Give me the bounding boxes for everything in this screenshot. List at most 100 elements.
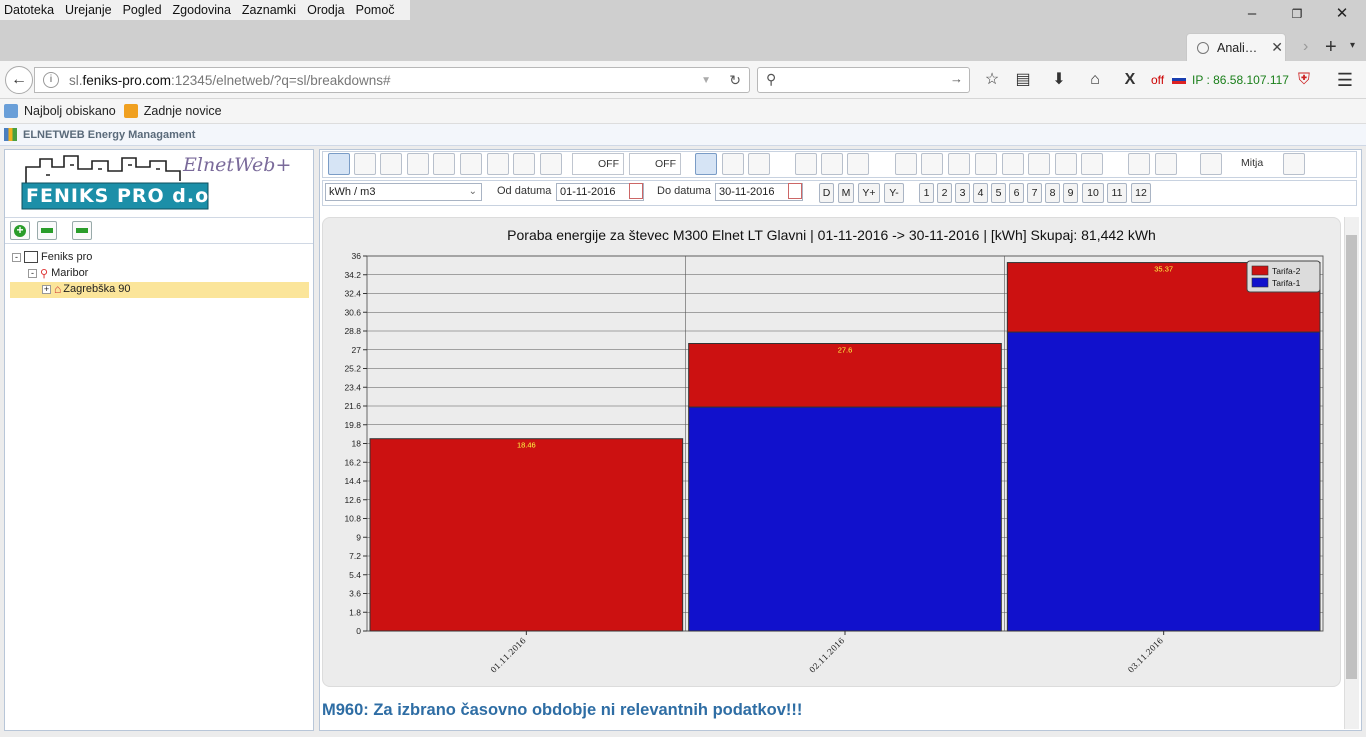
thermometer-icon[interactable] — [460, 153, 482, 175]
chevron-down-icon: ⌄ — [468, 186, 477, 197]
minimize-icon[interactable]: – — [1240, 4, 1264, 24]
toggle-off-2[interactable]: OFF — [629, 153, 681, 175]
home-icon[interactable]: ⌂ — [1084, 70, 1106, 90]
scrollbar-thumb[interactable] — [1346, 235, 1357, 679]
tree-toggle-icon[interactable]: + — [42, 284, 51, 294]
report-icon[interactable] — [1081, 153, 1103, 175]
line-chart-2-icon[interactable] — [795, 153, 817, 175]
month-3-button[interactable]: 3 — [955, 183, 970, 203]
app-logo-icon — [4, 128, 17, 141]
menu-datoteka[interactable]: Datoteka — [4, 3, 54, 17]
period-day-button[interactable]: D — [819, 183, 834, 203]
close-window-icon[interactable]: ✕ — [1330, 4, 1354, 24]
tree-node-leaf[interactable]: + ⌂ Zagrebška 90 — [12, 281, 302, 297]
restore-icon[interactable]: ❐ — [1285, 4, 1309, 24]
tree-label: Feniks pro — [41, 251, 93, 263]
data-label: 35.37 — [1154, 265, 1173, 274]
back-icon[interactable]: ← — [5, 66, 33, 94]
y-tick-label: 21.6 — [344, 401, 361, 411]
month-10-button[interactable]: 10 — [1082, 183, 1104, 203]
comparison-bars-icon[interactable] — [433, 153, 455, 175]
y-tick-label: 27 — [352, 345, 362, 355]
line-chart-icon[interactable] — [354, 153, 376, 175]
proxy-status[interactable]: off — [1151, 73, 1164, 87]
month-6-button[interactable]: 6 — [1009, 183, 1024, 203]
bookmark-star-icon[interactable]: ☆ — [981, 70, 1003, 90]
menu-urejanje[interactable]: Urejanje — [65, 3, 112, 17]
tab-scroll-icon[interactable]: › — [1303, 38, 1308, 56]
trend-icon[interactable] — [487, 153, 509, 175]
tree-node-root[interactable]: - Feniks pro — [12, 249, 302, 265]
grid-icon[interactable] — [921, 153, 943, 175]
month-9-button[interactable]: 9 — [1063, 183, 1078, 203]
download-icon[interactable]: ⬇ — [1048, 70, 1070, 90]
menu-orodja[interactable]: Orodja — [307, 3, 345, 17]
new-tab-icon[interactable]: + — [1325, 36, 1337, 59]
stacked-bars-icon[interactable] — [407, 153, 429, 175]
month-1-button[interactable]: 1 — [919, 183, 934, 203]
menu-zaznamki[interactable]: Zaznamki — [242, 3, 296, 17]
pie-chart-icon[interactable] — [380, 153, 402, 175]
menu-pomoc[interactable]: Pomoč — [356, 3, 395, 17]
tree-toggle-icon[interactable]: - — [28, 268, 37, 278]
weather-icon[interactable] — [1128, 153, 1150, 175]
calendar-picker-icon[interactable] — [629, 183, 643, 199]
month-12-button[interactable]: 12 — [1131, 183, 1151, 203]
logout-icon[interactable] — [1200, 153, 1222, 175]
close-tab-icon[interactable]: ✕ — [1271, 39, 1283, 56]
signal-icon[interactable] — [1055, 153, 1077, 175]
user-avatar-icon[interactable] — [1283, 153, 1305, 175]
month-4-button[interactable]: 4 — [973, 183, 988, 203]
month-5-button[interactable]: 5 — [991, 183, 1006, 203]
dashboard-icon[interactable] — [748, 153, 770, 175]
globe-icon[interactable] — [1028, 153, 1050, 175]
gauge-icon[interactable] — [895, 153, 917, 175]
calendar-icon[interactable] — [695, 153, 717, 175]
calendar-picker-icon[interactable] — [788, 183, 802, 199]
url-dropdown-icon[interactable]: ▼ — [701, 75, 711, 86]
bar-chart-icon[interactable] — [328, 153, 350, 175]
url-bar[interactable]: i sl. feniks-pro.com:12345/elnetweb/?q=sl… — [34, 67, 750, 93]
tree-toggle-icon[interactable]: - — [12, 252, 21, 262]
browser-ie-icon[interactable] — [948, 153, 970, 175]
x-tick-label: 02.11.2016 — [808, 636, 847, 675]
period-year-minus-button[interactable]: Y- — [884, 183, 904, 203]
info-icon[interactable]: i — [43, 72, 59, 88]
bookmark-najbolj-obiskano[interactable]: Najbolj obiskano — [4, 104, 116, 118]
menu-zgodovina[interactable]: Zgodovina — [173, 3, 231, 17]
remove-node-icon[interactable] — [72, 221, 92, 240]
add-node-icon[interactable]: + — [10, 221, 30, 240]
extension-x-icon[interactable]: X — [1119, 70, 1141, 90]
month-11-button[interactable]: 11 — [1107, 183, 1127, 203]
period-month-button[interactable]: M — [838, 183, 854, 203]
period-year-plus-button[interactable]: Y+ — [858, 183, 880, 203]
power-icon[interactable] — [1002, 153, 1024, 175]
y-tick-label: 16.2 — [344, 457, 361, 467]
toggle-off-1[interactable]: OFF — [572, 153, 624, 175]
hamburger-menu-icon[interactable]: ☰ — [1334, 70, 1356, 90]
unit-select[interactable]: kWh / m3 ⌄ — [325, 183, 482, 201]
shield-icon[interactable]: ⛨ — [1293, 70, 1315, 90]
month-2-button[interactable]: 2 — [937, 183, 952, 203]
table-2-icon[interactable] — [847, 153, 869, 175]
menu-pogled[interactable]: Pogled — [123, 3, 162, 17]
help-icon[interactable] — [1155, 153, 1177, 175]
tree-node-child[interactable]: - ⚲ Maribor — [12, 265, 302, 281]
tab-list-icon[interactable]: ▾ — [1350, 40, 1355, 51]
browser-tab[interactable]: Anali… ✕ — [1186, 33, 1286, 61]
search-go-icon[interactable]: → — [950, 71, 963, 86]
pdf-icon[interactable] — [540, 153, 562, 175]
reload-icon[interactable]: ↻ — [729, 72, 741, 89]
month-7-button[interactable]: 7 — [1027, 183, 1042, 203]
lightning-icon[interactable] — [975, 153, 997, 175]
bookmark-zadnje-novice[interactable]: Zadnje novice — [123, 104, 222, 118]
reading-list-icon[interactable]: ▤ — [1012, 70, 1034, 90]
window-icon[interactable] — [722, 153, 744, 175]
month-8-button[interactable]: 8 — [1045, 183, 1060, 203]
collapse-icon[interactable] — [37, 221, 57, 240]
bar-chart-2-icon[interactable] — [821, 153, 843, 175]
table-icon[interactable] — [513, 153, 535, 175]
search-input[interactable]: ⚲ → — [757, 67, 970, 93]
app-title-bar: ELNETWEB Energy Managament — [0, 124, 1366, 146]
y-tick-label: 10.8 — [344, 514, 361, 524]
